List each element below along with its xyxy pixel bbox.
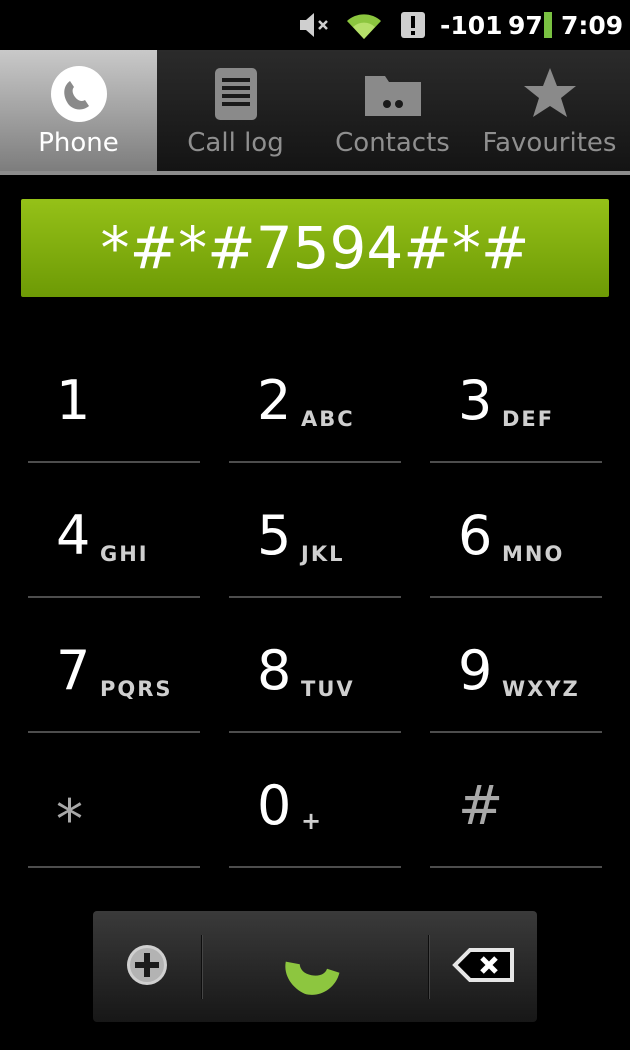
tab-label: Favourites — [482, 128, 617, 158]
key-9[interactable]: 9 WXYZ — [430, 610, 602, 730]
key-0[interactable]: 0 + — [229, 745, 401, 865]
key-digit: 5 — [257, 504, 292, 567]
key-letters: JKL — [301, 542, 345, 566]
key-divider — [430, 866, 602, 868]
key-divider — [229, 731, 401, 733]
signal-strength-text: -101 — [440, 10, 503, 40]
dialer-action-bar — [93, 911, 537, 1022]
key-3[interactable]: 3 DEF — [430, 340, 602, 460]
key-digit: 6 — [458, 504, 493, 567]
dial-number-field[interactable]: *#*#7594#*# — [21, 199, 609, 297]
call-icon — [281, 930, 351, 1004]
key-8[interactable]: 8 TUV — [229, 610, 401, 730]
key-digit: 3 — [458, 369, 493, 432]
key-divider — [28, 866, 200, 868]
tab-favourites[interactable]: Favourites — [471, 50, 628, 171]
key-1[interactable]: 1 — [28, 340, 200, 460]
tab-label: Call log — [187, 128, 284, 158]
key-digit: 2 — [257, 369, 292, 432]
wifi-icon — [344, 0, 384, 50]
key-digit: # — [458, 774, 504, 837]
call-log-icon — [206, 64, 266, 124]
key-letters: GHI — [100, 542, 149, 566]
speaker-muted-icon — [298, 0, 332, 50]
battery-icon — [543, 0, 553, 50]
key-hash[interactable]: # — [430, 745, 602, 865]
key-letters: PQRS — [100, 677, 173, 701]
key-star[interactable]: * — [28, 745, 200, 865]
tab-call-log[interactable]: Call log — [157, 50, 314, 171]
key-2[interactable]: 2 ABC — [229, 340, 401, 460]
key-digit: * — [56, 788, 83, 851]
key-divider — [229, 596, 401, 598]
key-divider — [28, 731, 200, 733]
call-button[interactable] — [204, 911, 428, 1022]
battery-level-text: 97 — [508, 10, 543, 40]
phone-icon — [49, 64, 109, 124]
key-digit: 4 — [56, 504, 91, 567]
tab-label: Contacts — [335, 128, 450, 158]
key-letters: DEF — [502, 407, 555, 431]
key-divider — [430, 596, 602, 598]
key-divider — [229, 866, 401, 868]
dial-keypad: 1 2 ABC 3 DEF 4 GHI 5 JKL 6 MNO 7 PQRS 8… — [0, 340, 630, 880]
key-divider — [28, 461, 200, 463]
key-digit: 7 — [56, 639, 91, 702]
dialed-number-text: *#*#7594#*# — [100, 214, 530, 282]
key-digit: 9 — [458, 639, 493, 702]
key-letters: TUV — [301, 677, 355, 701]
add-contact-icon — [125, 943, 169, 991]
key-4[interactable]: 4 GHI — [28, 475, 200, 595]
key-divider — [28, 596, 200, 598]
action-divider — [201, 935, 203, 999]
add-contact-button[interactable] — [93, 911, 201, 1022]
star-icon — [520, 64, 580, 124]
key-letters: MNO — [502, 542, 565, 566]
contacts-icon — [363, 64, 423, 124]
key-letters: ABC — [301, 407, 355, 431]
clock-text: 7:09 — [561, 10, 624, 40]
tab-phone[interactable]: Phone — [0, 50, 157, 171]
key-divider — [229, 461, 401, 463]
key-divider — [430, 461, 602, 463]
key-6[interactable]: 6 MNO — [430, 475, 602, 595]
tab-contacts[interactable]: Contacts — [314, 50, 471, 171]
key-letters: + — [301, 807, 324, 835]
alert-icon — [400, 0, 426, 50]
tab-label: Phone — [38, 128, 119, 158]
key-7[interactable]: 7 PQRS — [28, 610, 200, 730]
backspace-icon — [452, 947, 516, 987]
key-digit: 8 — [257, 639, 292, 702]
backspace-button[interactable] — [431, 911, 537, 1022]
key-5[interactable]: 5 JKL — [229, 475, 401, 595]
tab-bar: Phone Call log Contacts Favourites — [0, 50, 630, 175]
key-digit: 0 — [257, 774, 292, 837]
key-letters: WXYZ — [502, 677, 580, 701]
action-divider — [428, 935, 430, 999]
status-bar: -101 97 7:09 — [0, 0, 630, 50]
key-digit: 1 — [56, 369, 91, 432]
key-divider — [430, 731, 602, 733]
